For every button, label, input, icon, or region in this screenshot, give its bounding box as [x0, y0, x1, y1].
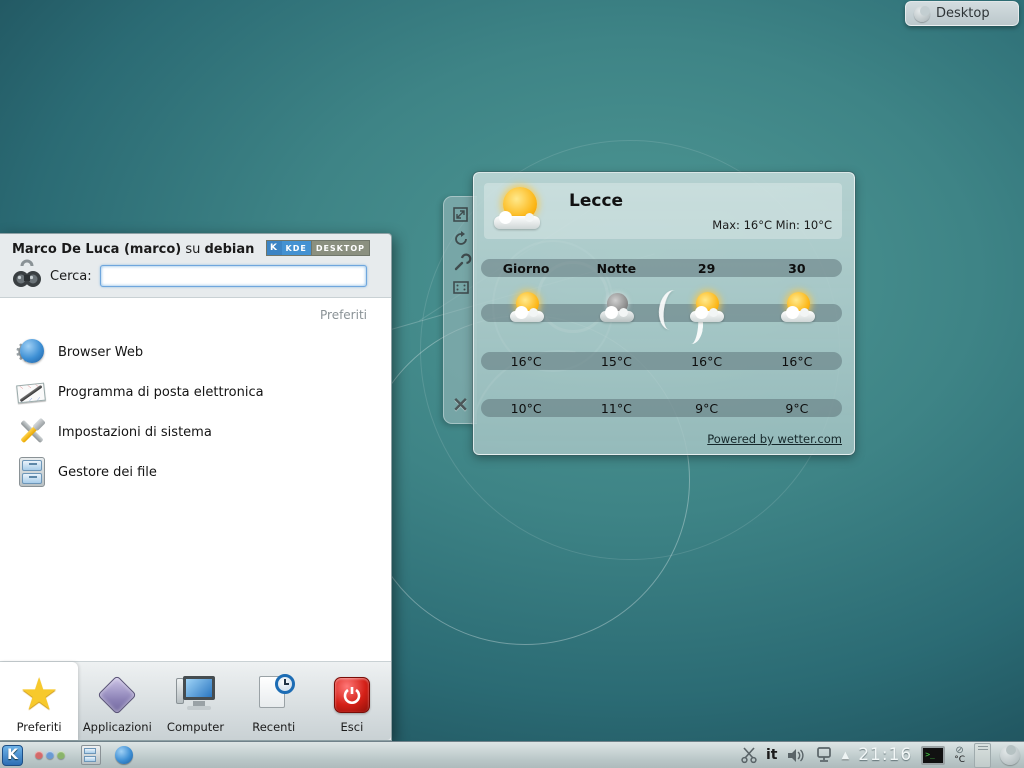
- night-temp: 9°C: [752, 401, 842, 416]
- night-temp: 10°C: [481, 401, 571, 416]
- menu-item-email[interactable]: Programma di posta elettronica: [0, 372, 391, 412]
- resize-icon[interactable]: [453, 207, 468, 222]
- search-binoculars-icon: [12, 263, 42, 289]
- night-temp: 9°C: [662, 401, 752, 416]
- weather-widget: Lecce Max: 16°C Min: 10°C Giorno Notte 2…: [473, 172, 855, 455]
- recent-documents-icon: [253, 674, 295, 716]
- bottom-panel: K it ▲ 21:16 >_ ⊘°C: [0, 741, 1024, 768]
- menu-item-browser-web[interactable]: ⚙ Browser Web: [0, 332, 391, 372]
- weather-city: Lecce: [569, 191, 623, 211]
- sun-cloud-icon: [506, 292, 550, 326]
- kde-menu-button[interactable]: K: [2, 745, 23, 766]
- kickoff-tab-bar: ★ Preferiti Applicazioni Computer Recent…: [0, 662, 391, 740]
- kde-logo-icon: K: [267, 241, 282, 255]
- configure-wrench-icon[interactable]: [453, 256, 469, 272]
- user-connector: su: [181, 242, 204, 257]
- sun-cloud-icon: [777, 292, 821, 326]
- weather-header: Lecce Max: 16°C Min: 10°C: [484, 183, 842, 239]
- column-header: Notte: [571, 261, 661, 276]
- tab-applicazioni[interactable]: Applicazioni: [78, 662, 156, 740]
- maximize-icon[interactable]: [453, 281, 469, 294]
- computer-icon: [175, 674, 217, 716]
- web-browser-icon: ⚙: [16, 336, 48, 368]
- weather-night-temps: 10°C 11°C 9°C 9°C: [481, 399, 842, 417]
- weather-column-headers: Giorno Notte 29 30: [481, 259, 842, 277]
- network-icon[interactable]: [815, 747, 833, 763]
- applications-diamond-icon: [96, 674, 138, 716]
- tab-recenti[interactable]: Recenti: [235, 662, 313, 740]
- power-icon: [331, 674, 373, 716]
- wetter-credit-link[interactable]: Powered by wetter.com: [707, 432, 842, 446]
- browser-launcher-icon[interactable]: [115, 746, 133, 764]
- weather-icon-row: [481, 304, 842, 322]
- tab-preferiti[interactable]: ★ Preferiti: [0, 662, 78, 740]
- volume-icon[interactable]: [787, 748, 806, 763]
- systray-expander-icon[interactable]: ▲: [842, 750, 850, 761]
- sun-cloud-icon: [686, 292, 730, 326]
- menu-item-file-manager[interactable]: Gestore dei file: [0, 452, 391, 492]
- weather-current-icon: [492, 185, 548, 235]
- rotate-icon[interactable]: [453, 231, 469, 247]
- desktop-toolbox[interactable]: Desktop: [905, 1, 1019, 26]
- file-manager-launcher-icon[interactable]: [81, 745, 101, 765]
- pager-dots-icon[interactable]: [35, 751, 65, 759]
- section-header: Preferiti: [0, 304, 391, 332]
- day-temp: 16°C: [752, 354, 842, 369]
- host-name: debian: [205, 242, 255, 257]
- tab-esci[interactable]: Esci: [313, 662, 391, 740]
- keyboard-layout-indicator[interactable]: it: [766, 747, 778, 763]
- column-header: 29: [662, 261, 752, 276]
- weather-max-min: Max: 16°C Min: 10°C: [712, 218, 832, 232]
- widget-handle[interactable]: ×: [443, 196, 477, 424]
- file-cabinet-icon: [16, 456, 48, 488]
- tools-icon: [16, 416, 48, 448]
- panel-mini-widget[interactable]: [974, 743, 991, 768]
- day-temp: 16°C: [481, 354, 571, 369]
- desktop-toolbox-label: Desktop: [936, 6, 990, 21]
- kde-desktop-badge: K KDE DESKTOP: [266, 240, 371, 256]
- terminal-tray-icon[interactable]: >_: [921, 746, 945, 765]
- column-header: 30: [752, 261, 842, 276]
- star-icon: ★: [18, 674, 60, 716]
- tab-computer[interactable]: Computer: [156, 662, 234, 740]
- kickoff-menu: Marco De Luca (marco) su debian K KDE DE…: [0, 233, 392, 741]
- kickoff-content: Preferiti ⚙ Browser Web Programma di pos…: [0, 297, 391, 662]
- panel-cashew-icon[interactable]: [1000, 745, 1020, 765]
- cashew-icon: [914, 6, 930, 22]
- day-temp: 16°C: [662, 354, 752, 369]
- weather-tray-icon[interactable]: ⊘°C: [954, 746, 965, 765]
- day-temp: 15°C: [571, 354, 661, 369]
- moon-cloud-icon: [596, 292, 640, 326]
- weather-day-temps: 16°C 15°C 16°C 16°C: [481, 352, 842, 370]
- close-icon[interactable]: ×: [452, 394, 470, 415]
- search-input[interactable]: [100, 265, 367, 287]
- user-name: Marco De Luca (marco): [12, 242, 181, 257]
- mail-icon: [16, 376, 48, 408]
- column-header: Giorno: [481, 261, 571, 276]
- klipper-scissors-icon[interactable]: [741, 747, 757, 763]
- night-temp: 11°C: [571, 401, 661, 416]
- kickoff-user-line: Marco De Luca (marco) su debian K KDE DE…: [0, 234, 391, 259]
- digital-clock[interactable]: 21:16: [858, 745, 912, 765]
- search-label: Cerca:: [50, 269, 92, 284]
- menu-item-system-settings[interactable]: Impostazioni di sistema: [0, 412, 391, 452]
